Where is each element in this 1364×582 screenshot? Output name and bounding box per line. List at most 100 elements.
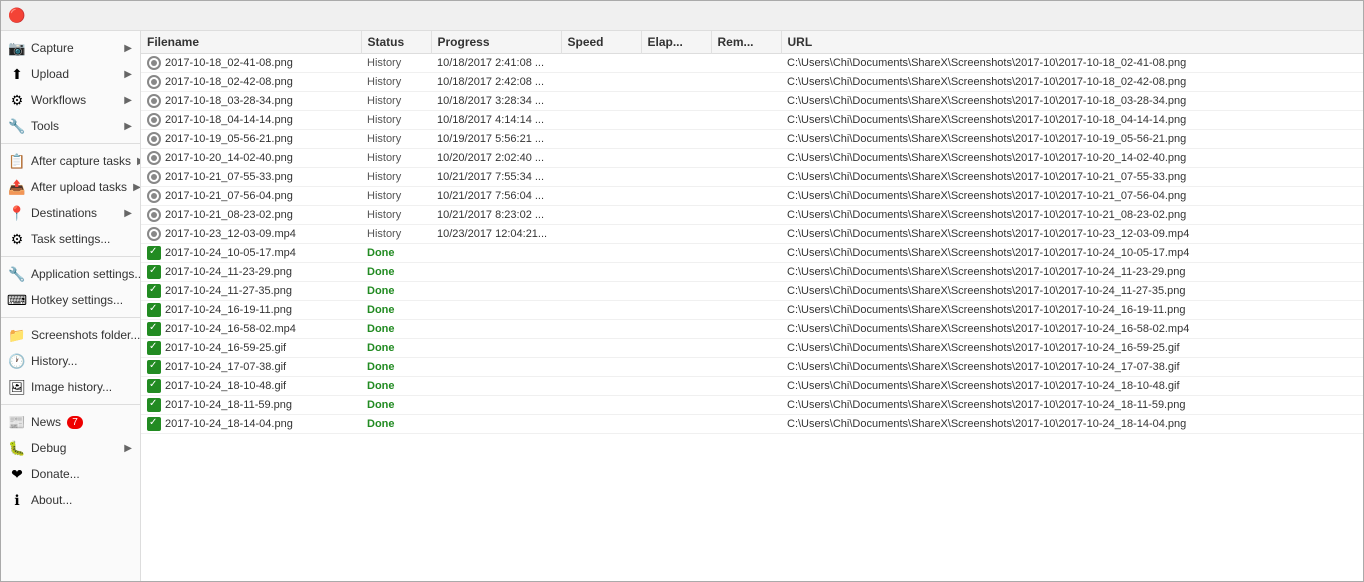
sidebar-arrow-after-upload-tasks: ▶ [133,182,141,193]
about-icon: ℹ [9,492,25,508]
sidebar-item-debug[interactable]: 🐛Debug▶ [1,435,140,461]
sidebar-item-image-history[interactable]: 🖼Image history... [1,374,140,400]
cell-remaining-9 [711,225,781,244]
image-history-icon: 🖼 [9,379,25,395]
circle-icon [147,132,161,146]
table-row[interactable]: 2017-10-24_18-10-48.gifDoneC:\Users\Chi\… [141,377,1363,396]
cell-url-19: C:\Users\Chi\Documents\ShareX\Screenshot… [781,415,1363,434]
column-header-progress[interactable]: Progress [431,31,561,54]
column-header-filename[interactable]: Filename [141,31,361,54]
cell-url-16: C:\Users\Chi\Documents\ShareX\Screenshot… [781,358,1363,377]
cell-remaining-19 [711,415,781,434]
sidebar-item-after-capture-tasks[interactable]: 📋After capture tasks▶ [1,148,140,174]
column-header-status[interactable]: Status [361,31,431,54]
sidebar-label-donate: Donate... [31,467,80,481]
filename-text-17: 2017-10-24_18-10-48.gif [165,380,286,392]
sidebar-divider [1,256,140,257]
history-table-container[interactable]: FilenameStatusProgressSpeedElap...Rem...… [141,31,1363,581]
table-row[interactable]: 2017-10-24_16-58-02.mp4DoneC:\Users\Chi\… [141,320,1363,339]
cell-url-11: C:\Users\Chi\Documents\ShareX\Screenshot… [781,263,1363,282]
table-row[interactable]: 2017-10-21_07-56-04.pngHistory10/21/2017… [141,187,1363,206]
cell-remaining-8 [711,206,781,225]
sidebar-label-destinations: Destinations [31,206,97,220]
table-row[interactable]: 2017-10-18_02-41-08.pngHistory10/18/2017… [141,54,1363,73]
sidebar-item-capture[interactable]: 📷Capture▶ [1,35,140,61]
table-row[interactable]: 2017-10-24_10-05-17.mp4DoneC:\Users\Chi\… [141,244,1363,263]
cell-url-15: C:\Users\Chi\Documents\ShareX\Screenshot… [781,339,1363,358]
sidebar-item-news[interactable]: 📰News7 [1,409,140,435]
column-header-url[interactable]: URL [781,31,1363,54]
cell-progress-10 [431,244,561,263]
table-row[interactable]: 2017-10-18_04-14-14.pngHistory10/18/2017… [141,111,1363,130]
window-controls [1217,1,1355,31]
cell-progress-5: 10/20/2017 2:02:40 ... [431,149,561,168]
table-row[interactable]: 2017-10-18_03-28-34.pngHistory10/18/2017… [141,92,1363,111]
sidebar-item-tools[interactable]: 🔧Tools▶ [1,113,140,139]
table-row[interactable]: 2017-10-18_02-42-08.pngHistory10/18/2017… [141,73,1363,92]
table-row[interactable]: 2017-10-20_14-02-40.pngHistory10/20/2017… [141,149,1363,168]
table-row[interactable]: 2017-10-23_12-03-09.mp4History10/23/2017… [141,225,1363,244]
main-window: 🔴 📷Capture▶⬆Upload▶⚙Workflows▶🔧Tools▶ 📋Af… [0,0,1364,582]
cell-speed-17 [561,377,641,396]
sidebar-label-debug: Debug [31,441,66,455]
table-row[interactable]: 2017-10-21_08-23-02.pngHistory10/21/2017… [141,206,1363,225]
cell-elapsed-1 [641,73,711,92]
table-row[interactable]: 2017-10-24_18-14-04.pngDoneC:\Users\Chi\… [141,415,1363,434]
cell-status-19: Done [361,415,431,434]
cell-progress-6: 10/21/2017 7:55:34 ... [431,168,561,187]
column-header-elapsed[interactable]: Elap... [641,31,711,54]
cell-status-2: History [361,92,431,111]
title-bar: 🔴 [1,1,1363,31]
cell-filename-0: 2017-10-18_02-41-08.png [141,54,361,73]
sidebar-item-task-settings[interactable]: ⚙Task settings... [1,226,140,252]
table-row[interactable]: 2017-10-24_11-27-35.pngDoneC:\Users\Chi\… [141,282,1363,301]
table-row[interactable]: 2017-10-24_17-07-38.gifDoneC:\Users\Chi\… [141,358,1363,377]
sidebar-item-history[interactable]: 🕐History... [1,348,140,374]
check-icon [147,398,161,412]
table-row[interactable]: 2017-10-24_11-23-29.pngDoneC:\Users\Chi\… [141,263,1363,282]
cell-remaining-18 [711,396,781,415]
destinations-icon: 📍 [9,205,25,221]
sidebar-item-donate[interactable]: ❤ Donate... [1,461,140,487]
sidebar-item-about[interactable]: ℹAbout... [1,487,140,513]
check-icon [147,284,161,298]
cell-speed-9 [561,225,641,244]
table-row[interactable]: 2017-10-24_16-59-25.gifDoneC:\Users\Chi\… [141,339,1363,358]
donate-icon: ❤ [9,466,25,482]
table-row[interactable]: 2017-10-24_16-19-11.pngDoneC:\Users\Chi\… [141,301,1363,320]
sidebar-item-hotkey-settings[interactable]: ⌨Hotkey settings... [1,287,140,313]
after-upload-tasks-icon: 📤 [9,179,25,195]
cell-remaining-3 [711,111,781,130]
cell-url-9: C:\Users\Chi\Documents\ShareX\Screenshot… [781,225,1363,244]
cell-elapsed-6 [641,168,711,187]
sidebar-item-screenshots-folder[interactable]: 📁Screenshots folder... [1,322,140,348]
sidebar-item-upload[interactable]: ⬆Upload▶ [1,61,140,87]
sidebar-label-screenshots-folder: Screenshots folder... [31,328,140,342]
cell-filename-10: 2017-10-24_10-05-17.mp4 [141,244,361,263]
task-settings-icon: ⚙ [9,231,25,247]
sidebar-item-after-upload-tasks[interactable]: 📤After upload tasks▶ [1,174,140,200]
cell-elapsed-0 [641,54,711,73]
cell-remaining-16 [711,358,781,377]
column-header-speed[interactable]: Speed [561,31,641,54]
circle-icon [147,151,161,165]
filename-text-1: 2017-10-18_02-42-08.png [165,76,293,88]
minimize-button[interactable] [1217,1,1263,31]
column-header-remaining[interactable]: Rem... [711,31,781,54]
cell-filename-9: 2017-10-23_12-03-09.mp4 [141,225,361,244]
sidebar-item-destinations[interactable]: 📍Destinations▶ [1,200,140,226]
filename-text-10: 2017-10-24_10-05-17.mp4 [165,247,296,259]
table-row[interactable]: 2017-10-21_07-55-33.pngHistory10/21/2017… [141,168,1363,187]
cell-status-1: History [361,73,431,92]
cell-status-12: Done [361,282,431,301]
capture-icon: 📷 [9,40,25,56]
sidebar-item-application-settings[interactable]: 🔧Application settings... [1,261,140,287]
close-button[interactable] [1309,1,1355,31]
check-icon [147,360,161,374]
table-row[interactable]: 2017-10-24_18-11-59.pngDoneC:\Users\Chi\… [141,396,1363,415]
table-row[interactable]: 2017-10-19_05-56-21.pngHistory10/19/2017… [141,130,1363,149]
cell-progress-16 [431,358,561,377]
maximize-button[interactable] [1263,1,1309,31]
cell-elapsed-3 [641,111,711,130]
sidebar-item-workflows[interactable]: ⚙Workflows▶ [1,87,140,113]
